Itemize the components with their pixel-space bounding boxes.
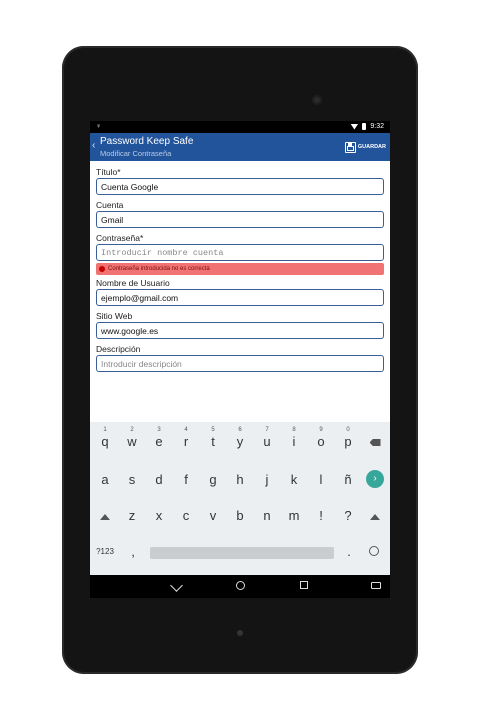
- key-w[interactable]: w2: [119, 424, 145, 456]
- key-g[interactable]: g: [200, 462, 226, 494]
- screen-subtitle: Modificar Contraseña: [100, 149, 172, 158]
- front-camera: [312, 95, 322, 105]
- key-exclamation[interactable]: !: [308, 498, 334, 530]
- key-hint: 8: [292, 427, 296, 433]
- description-label: Descripción: [96, 344, 141, 354]
- key-hint: 9: [319, 427, 323, 433]
- backspace-key[interactable]: [362, 424, 388, 456]
- key-hint: 4: [184, 427, 188, 433]
- symbols-key[interactable]: ?123: [92, 534, 118, 566]
- wifi-icon: [350, 123, 359, 130]
- website-label: Sitio Web: [96, 311, 133, 321]
- screen: ♀ 9:32 ‹ Password Keep Safe Modificar Co…: [90, 121, 390, 598]
- password-form: Título* Cuenta Contraseña* Contraseña in…: [90, 161, 390, 422]
- key-v[interactable]: v: [200, 498, 226, 530]
- website-input[interactable]: [96, 322, 384, 339]
- shift-icon: [370, 514, 380, 520]
- notification-led: [237, 630, 243, 636]
- key-hint: 0: [346, 427, 350, 433]
- key-c[interactable]: c: [173, 498, 199, 530]
- key-n[interactable]: n: [254, 498, 280, 530]
- back-arrow-icon[interactable]: ‹: [92, 140, 95, 151]
- keyboard-switch-icon[interactable]: [371, 582, 381, 589]
- backspace-icon: [369, 439, 381, 446]
- clock: 9:32: [370, 123, 384, 130]
- app-title: Password Keep Safe: [100, 136, 194, 147]
- title-label: Título*: [96, 167, 121, 177]
- username-label: Nombre de Usuario: [96, 278, 170, 288]
- error-text: Contraseña introducida no es correcta: [108, 266, 210, 272]
- key-f[interactable]: f: [173, 462, 199, 494]
- key-q[interactable]: q1: [92, 424, 118, 456]
- key-s[interactable]: s: [119, 462, 145, 494]
- description-input[interactable]: [96, 355, 384, 372]
- home-icon[interactable]: [236, 581, 245, 590]
- key-l[interactable]: l: [308, 462, 334, 494]
- navigation-bar: [90, 575, 390, 598]
- account-input[interactable]: [96, 211, 384, 228]
- key-hint: 3: [157, 427, 161, 433]
- key-o[interactable]: o9: [308, 424, 334, 456]
- key-m[interactable]: m: [281, 498, 307, 530]
- password-error-banner: Contraseña introducida no es correcta: [96, 263, 384, 275]
- account-label: Cuenta: [96, 200, 124, 210]
- notification-icon: ♀: [96, 123, 102, 130]
- key-t[interactable]: t5: [200, 424, 226, 456]
- title-input[interactable]: [96, 178, 384, 195]
- keyboard-row-2: a s d f g h j k l ñ ›: [90, 462, 390, 498]
- key-i[interactable]: i8: [281, 424, 307, 456]
- password-label: Contraseña*: [96, 233, 144, 243]
- key-b[interactable]: b: [227, 498, 253, 530]
- key-r[interactable]: r4: [173, 424, 199, 456]
- key-y[interactable]: y6: [227, 424, 253, 456]
- key-h[interactable]: h: [227, 462, 253, 494]
- key-d[interactable]: d: [146, 462, 172, 494]
- emoji-icon[interactable]: [369, 546, 379, 556]
- key-ñ[interactable]: ñ: [335, 462, 361, 494]
- shift-key-right[interactable]: [362, 498, 388, 530]
- period-key[interactable]: .: [336, 534, 362, 566]
- key-hint: 1: [103, 427, 107, 433]
- action-bar: ‹ Password Keep Safe Modificar Contraseñ…: [90, 133, 390, 161]
- username-input[interactable]: [96, 289, 384, 306]
- space-bar[interactable]: [150, 547, 334, 559]
- key-hint: 2: [130, 427, 134, 433]
- comma-key[interactable]: ,: [120, 534, 146, 566]
- key-k[interactable]: k: [281, 462, 307, 494]
- password-input[interactable]: [96, 244, 384, 261]
- save-button[interactable]: GUARDAR: [344, 139, 386, 155]
- key-hint: 5: [211, 427, 215, 433]
- key-hint: 7: [265, 427, 269, 433]
- key-hint: 6: [238, 427, 242, 433]
- key-x[interactable]: x: [146, 498, 172, 530]
- floppy-disk-icon: [344, 141, 356, 153]
- soft-keyboard: q1w2e3r4t5y6u7i8o9p0 a s d f g h j k l ñ › zxcvbnm…: [90, 422, 390, 575]
- key-a[interactable]: a: [92, 462, 118, 494]
- error-icon: [99, 266, 105, 272]
- key-u[interactable]: u7: [254, 424, 280, 456]
- save-label: GUARDAR: [357, 144, 386, 150]
- key-p[interactable]: p0: [335, 424, 361, 456]
- key-e[interactable]: e3: [146, 424, 172, 456]
- key-j[interactable]: j: [254, 462, 280, 494]
- keyboard-row-3: z x c v b n m!?: [90, 498, 390, 534]
- recent-apps-icon[interactable]: [300, 581, 308, 589]
- back-icon[interactable]: [170, 579, 183, 592]
- keyboard-row-1: q1w2e3r4t5y6u7i8o9p0: [90, 424, 390, 460]
- shift-icon: [100, 514, 110, 520]
- key-question[interactable]: ?: [335, 498, 361, 530]
- key-z[interactable]: z: [119, 498, 145, 530]
- enter-key[interactable]: ›: [366, 470, 384, 488]
- status-bar: ♀ 9:32: [90, 121, 390, 133]
- battery-icon: [362, 123, 367, 130]
- shift-key-left[interactable]: [92, 498, 118, 530]
